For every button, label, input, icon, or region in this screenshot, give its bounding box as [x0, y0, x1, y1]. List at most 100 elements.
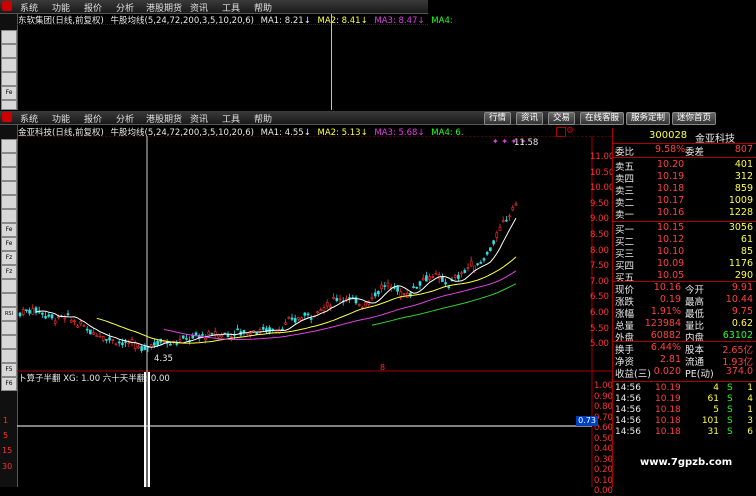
buy-volume: 1176	[728, 258, 753, 269]
watermark: www.7gpzb.com	[640, 457, 733, 468]
tool-fe2-button[interactable]: Fe	[1, 237, 17, 251]
tool-chart3-icon[interactable]	[1, 293, 17, 307]
tick-side: S	[727, 405, 733, 415]
tool-fz1-button[interactable]: Fz	[1, 251, 17, 265]
candle-body	[169, 343, 172, 346]
candle-body	[466, 267, 470, 270]
tool-fe-button[interactable]: Fe	[1, 86, 17, 100]
sell-volume: 401	[734, 159, 753, 170]
candle-body	[501, 220, 505, 223]
candle-body	[434, 273, 438, 275]
tool-f5-button[interactable]: F5	[1, 363, 17, 377]
sub-current-value: 0.73	[576, 416, 598, 426]
main-menu-hk-futures[interactable]: 港股期货	[146, 112, 182, 125]
candle-body	[431, 276, 435, 278]
candle-body	[357, 304, 361, 307]
menu-function[interactable]: 功能	[52, 1, 70, 14]
tool-fe1-button[interactable]: Fe	[1, 223, 17, 237]
tool-fz2-button[interactable]: Fz	[1, 265, 17, 279]
candle-body	[476, 263, 479, 266]
stat-value: 0.19	[659, 294, 681, 305]
candle-body	[383, 285, 387, 287]
main-menu-analysis[interactable]: 分析	[116, 112, 134, 125]
tab-online-service[interactable]: 在线客服	[580, 112, 625, 125]
tick-side: S	[727, 383, 733, 393]
candle-body	[402, 292, 406, 295]
main-menu-quote[interactable]: 报价	[84, 112, 102, 125]
quote-panel: 300028 金亚科技 委比 9.58% 委差 807 卖五 10.20 401 卖四…	[612, 128, 756, 487]
tick-time: 14:56	[615, 394, 641, 404]
ratio-value: 9.58%	[655, 144, 686, 155]
window-icon[interactable]	[556, 127, 566, 137]
menu-quote[interactable]: 报价	[84, 1, 102, 14]
kline-chart[interactable]: ✦ ✦ ✦ ✦ 8	[17, 136, 612, 487]
tool-zoom-icon[interactable]	[1, 335, 17, 349]
menu-analysis[interactable]: 分析	[116, 1, 134, 14]
candle-body	[236, 328, 239, 331]
candle-body	[98, 335, 102, 338]
menu-hk-futures[interactable]: 港股期货	[146, 1, 182, 14]
candle-body	[181, 335, 185, 339]
tool-extra-icon[interactable]	[1, 100, 17, 110]
candle-body	[482, 258, 486, 261]
tick-row: 14:56 10.18 31 S 6	[613, 427, 756, 440]
tab-mini-home[interactable]: 迷你首页	[672, 112, 717, 125]
top-menubar: 系统 功能 报价 分析 港股期货 资讯 工具 帮助	[0, 0, 428, 14]
tool-chart-icon[interactable]	[1, 58, 17, 72]
candle-body	[31, 308, 35, 315]
tool-line-icon[interactable]	[1, 44, 17, 58]
candle-body	[396, 285, 399, 292]
tab-news[interactable]: 资讯	[516, 112, 544, 125]
main-menu-tools[interactable]: 工具	[222, 112, 240, 125]
tool-rsi-button[interactable]: RSI	[1, 307, 17, 321]
menu-news[interactable]: 资讯	[190, 1, 208, 14]
tool-list-icon[interactable]	[1, 209, 17, 223]
tab-custom-service[interactable]: 服务定制	[626, 112, 671, 125]
candle-body	[53, 320, 57, 324]
tool-kline-icon[interactable]	[1, 167, 17, 181]
candle-body	[21, 309, 25, 315]
candle-body	[514, 203, 518, 206]
left-scale-30: 30	[2, 462, 13, 471]
tab-trade[interactable]: 交易	[548, 112, 576, 125]
candle-body	[309, 318, 313, 320]
candle-body	[505, 219, 508, 222]
main-menu-function[interactable]: 功能	[52, 112, 70, 125]
tool-grid-icon[interactable]	[1, 153, 17, 167]
tool-cursor-icon[interactable]	[1, 30, 17, 44]
menu-help[interactable]: 帮助	[254, 1, 272, 14]
main-menu-system[interactable]: 系统	[20, 112, 38, 125]
tool-move-icon[interactable]	[1, 321, 17, 335]
stat-value: 6.44%	[650, 342, 681, 353]
main-menu-news[interactable]: 资讯	[190, 112, 208, 125]
candle-body	[373, 292, 377, 297]
candle-body	[447, 286, 451, 288]
candle-body	[133, 342, 137, 350]
candle-body	[511, 207, 515, 211]
tool-chart2-icon[interactable]	[1, 279, 17, 293]
stat-value: 10.44	[725, 294, 753, 305]
tab-market[interactable]: 行情	[484, 112, 512, 125]
tool-scale-icon[interactable]	[1, 349, 17, 363]
candle-body	[421, 277, 425, 281]
settings-icon[interactable]: ⚙	[566, 126, 574, 136]
stat-value: 1.91%	[650, 306, 681, 317]
candle-body	[457, 274, 460, 279]
tick-price: 10.19	[655, 383, 681, 393]
tool-f6-button[interactable]: F6	[1, 377, 17, 391]
tool-pointer-icon[interactable]	[1, 139, 17, 153]
tick-time: 14:56	[615, 383, 641, 393]
tool-bars2-icon[interactable]	[1, 195, 17, 209]
sub-tick: 0.80	[594, 402, 613, 412]
tick-count: 1	[747, 383, 753, 393]
buy-volume: 61	[740, 234, 753, 245]
menu-tools[interactable]: 工具	[222, 1, 240, 14]
candle-body	[370, 296, 374, 299]
buy-price: 10.09	[657, 258, 685, 269]
main-menu-help[interactable]: 帮助	[254, 112, 272, 125]
tool-trend-icon[interactable]	[1, 181, 17, 195]
menu-system[interactable]: 系统	[20, 1, 38, 14]
price-tick: 6.00	[590, 308, 609, 318]
tool-bars-icon[interactable]	[1, 72, 17, 86]
candle-body	[82, 325, 86, 327]
